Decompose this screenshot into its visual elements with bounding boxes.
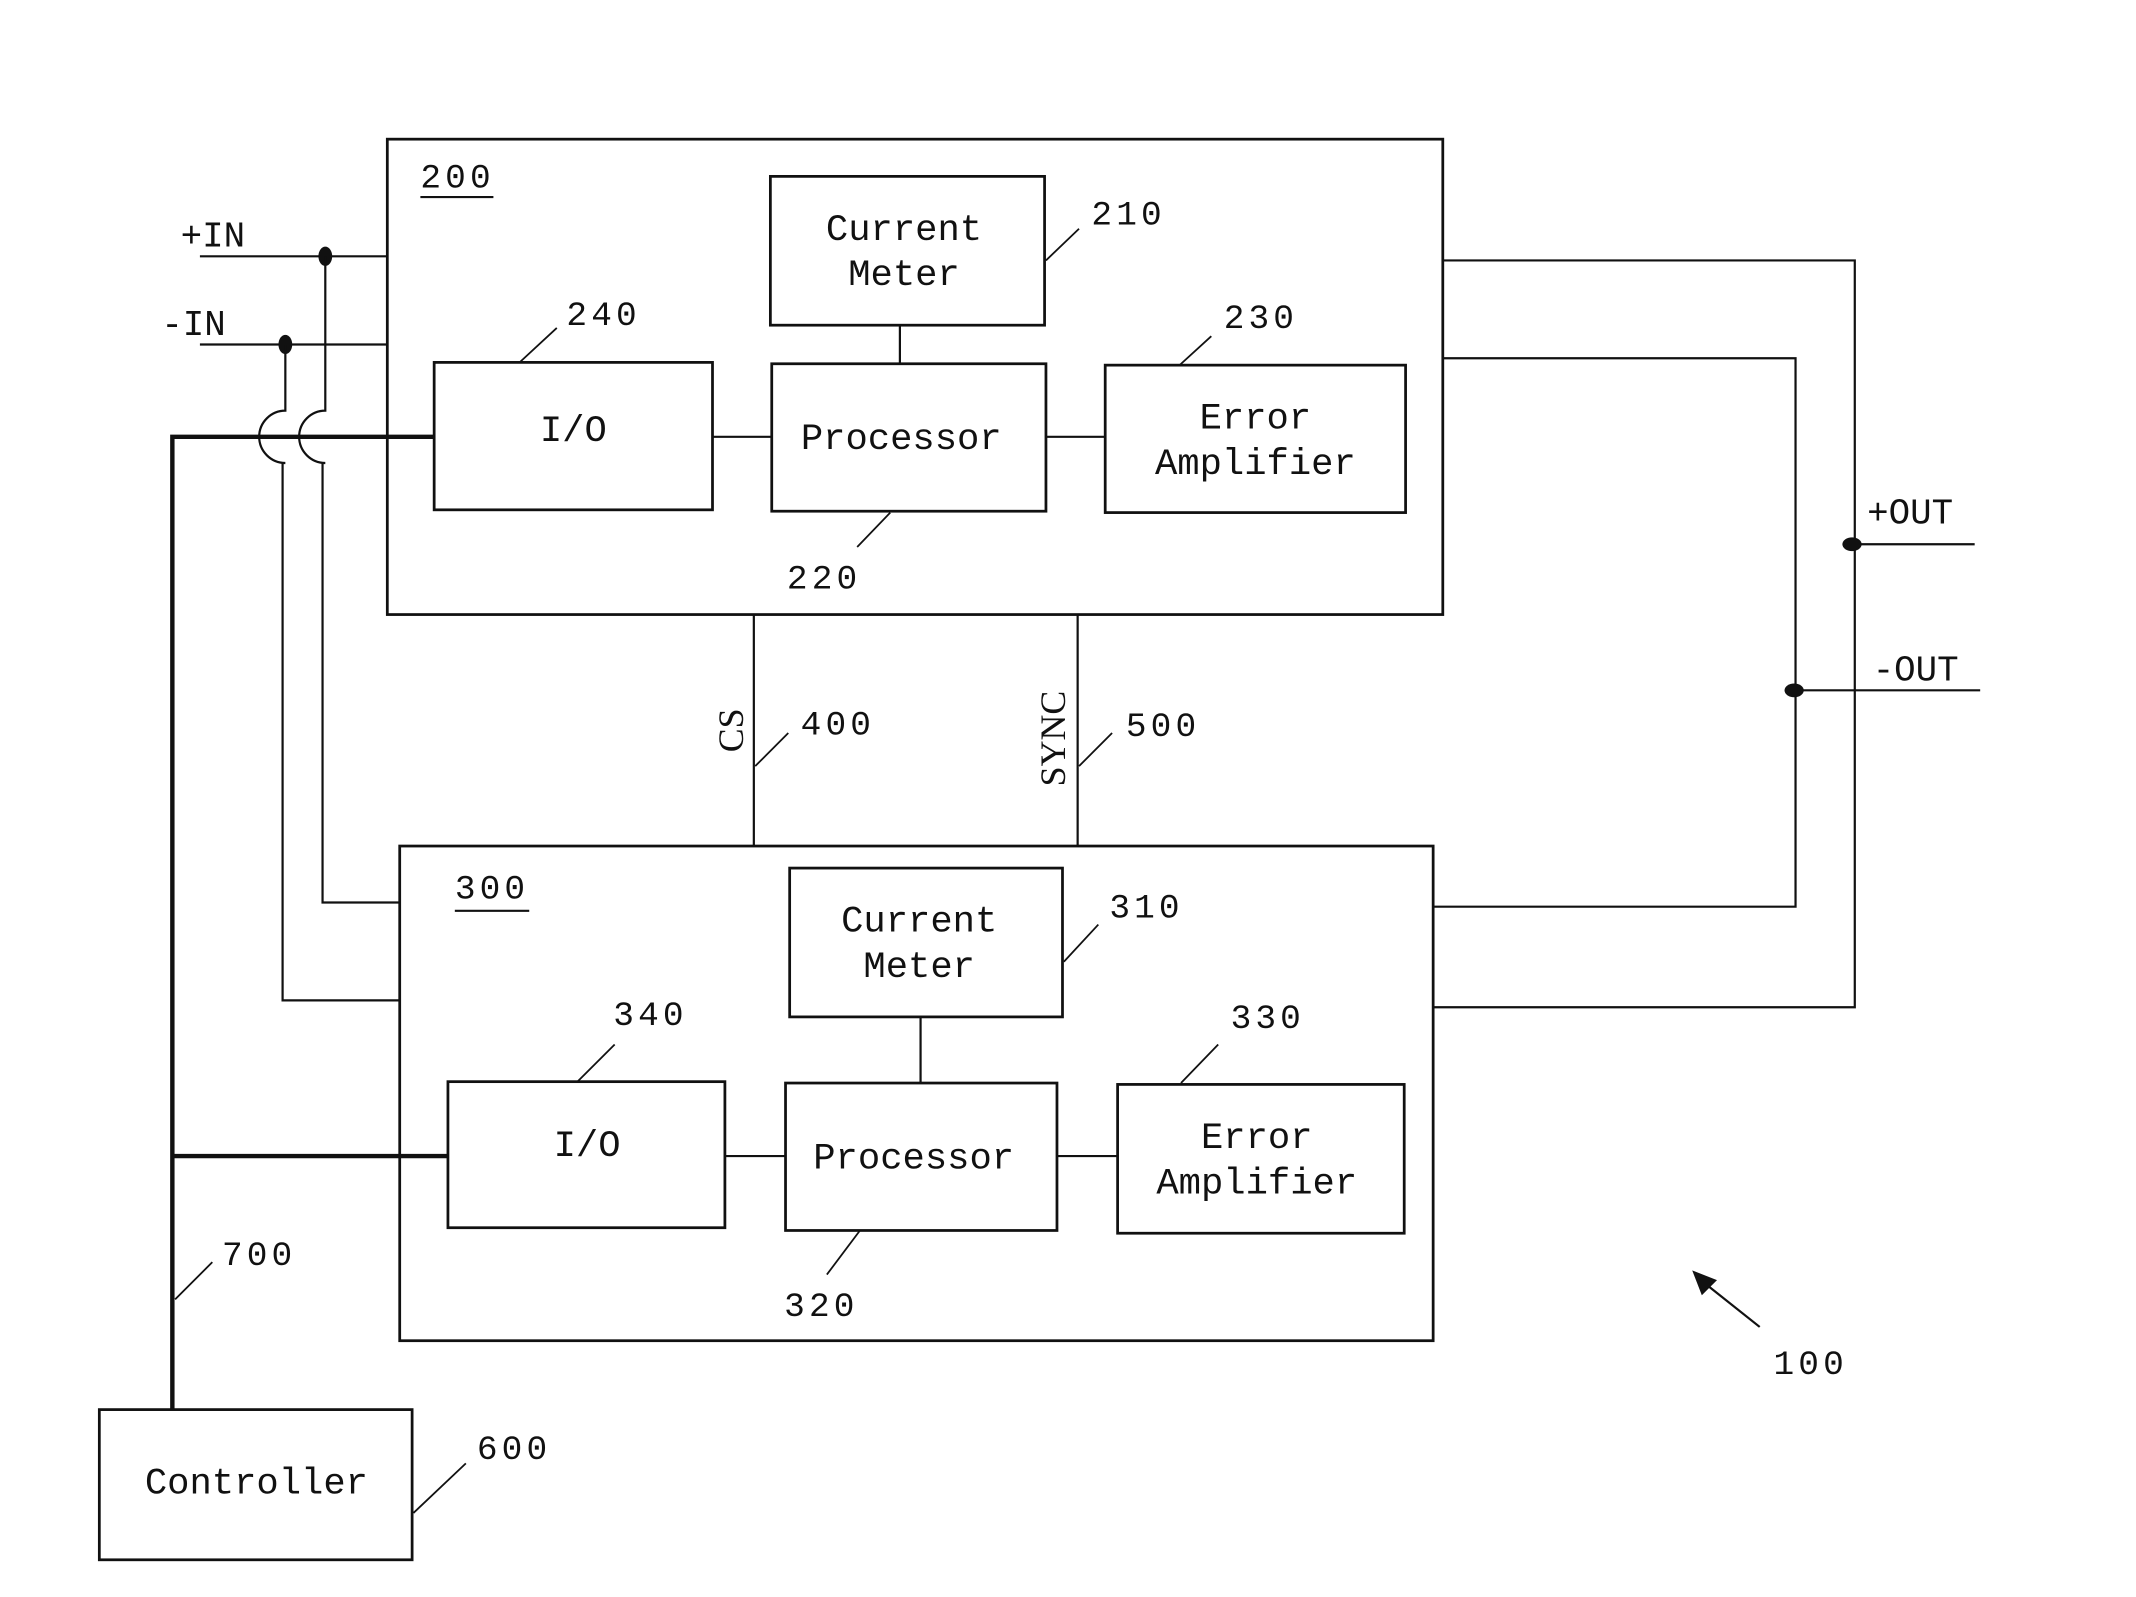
controller-600: Controller 600 [97, 1408, 551, 1562]
sync-label: SYNC [1033, 691, 1073, 787]
processor-320-leader [826, 1229, 861, 1276]
processor-220: Processor 220 [770, 362, 1048, 599]
io-240-label: I/O [540, 411, 607, 453]
error-amplifier-230-ref: 230 [1224, 300, 1298, 339]
cs-leader [754, 732, 789, 767]
io-240: I/O 240 [432, 297, 714, 512]
controller-ref: 600 [477, 1431, 551, 1470]
negative-output-label: -OUT [1873, 651, 1959, 692]
io-340-label: I/O [554, 1126, 621, 1168]
processor-320-label: Processor [813, 1138, 1014, 1180]
current-meter-310-label-line1: Current [841, 901, 997, 943]
error-amplifier-230: Error Amplifier 230 [1103, 300, 1407, 514]
current-meter-210: Current Meter 210 [768, 174, 1165, 327]
current-meter-210-leader [1045, 228, 1080, 262]
sync-ref: 500 [1126, 708, 1200, 747]
processor-220-label: Processor [801, 419, 1002, 461]
negative-output-junction [1784, 683, 1804, 698]
control-bus-ref: 700 [222, 1237, 296, 1276]
output-wiring: +OUT -OUT [1433, 259, 1981, 1009]
system-ref-arrow-shaft [1705, 1283, 1761, 1328]
current-meter-310-leader [1063, 923, 1099, 963]
input-wiring: +IN -IN [161, 217, 400, 1002]
error-amplifier-330-leader [1180, 1043, 1219, 1084]
processor-320-ref: 320 [784, 1288, 858, 1327]
cs-signal-400: CS 400 [711, 614, 875, 847]
module-300: 300 Current Meter 310 I/O 340 Processor … [398, 844, 1435, 1343]
cs-label: CS [711, 708, 751, 752]
controller-label: Controller [145, 1464, 368, 1506]
io-340-ref: 340 [613, 997, 687, 1036]
cs-ref: 400 [801, 706, 875, 745]
positive-output-label: +OUT [1867, 494, 1953, 535]
io-340: I/O 340 [446, 997, 727, 1230]
io-240-leader [518, 327, 558, 364]
controller-leader [412, 1462, 467, 1514]
error-amplifier-330-ref: 330 [1231, 1000, 1305, 1039]
io-240-ref: 240 [566, 297, 640, 336]
positive-output-bus [1433, 259, 1856, 1009]
error-amplifier-230-label-line2: Amplifier [1155, 444, 1356, 486]
system-ref-arrow-icon [1692, 1270, 1717, 1296]
positive-output-junction [1842, 537, 1862, 552]
positive-input-label: +IN [181, 217, 245, 258]
control-bus-700: 700 [170, 434, 448, 1410]
error-amplifier-230-label-line1: Error [1200, 399, 1312, 441]
positive-input-to-module-300 [298, 256, 400, 904]
processor-220-leader [856, 511, 891, 548]
sync-signal-500: SYNC 500 [1033, 614, 1200, 847]
current-meter-210-ref: 210 [1091, 197, 1165, 236]
control-bus-leader [174, 1261, 213, 1301]
error-amplifier-330: Error Amplifier 330 [1116, 1000, 1406, 1235]
negative-output-bus [1433, 357, 1797, 908]
processor-320: Processor 320 [784, 1081, 1059, 1327]
block-diagram: 200 Current Meter 210 I/O 240 Processor … [97, 137, 1981, 1562]
error-amplifier-230-leader [1179, 335, 1212, 366]
negative-input-label: -IN [161, 305, 225, 346]
current-meter-210-label-line1: Current [826, 210, 982, 252]
current-meter-310-ref: 310 [1109, 890, 1183, 929]
system-ref-100: 100 [1692, 1270, 1847, 1385]
current-meter-210-label-line2: Meter [848, 255, 960, 297]
error-amplifier-330-label-line2: Amplifier [1156, 1163, 1357, 1205]
module-200: 200 Current Meter 210 I/O 240 Processor … [385, 137, 1445, 616]
module-300-ref: 300 [455, 870, 529, 909]
processor-220-ref: 220 [787, 560, 861, 599]
io-340-leader [576, 1043, 616, 1083]
current-meter-310-label-line2: Meter [863, 947, 975, 989]
module-200-ref: 200 [420, 159, 494, 198]
sync-leader [1078, 732, 1113, 767]
error-amplifier-330-label-line1: Error [1201, 1118, 1313, 1160]
current-meter-310: Current Meter 310 [788, 866, 1183, 1019]
system-ref-label: 100 [1773, 1346, 1847, 1385]
